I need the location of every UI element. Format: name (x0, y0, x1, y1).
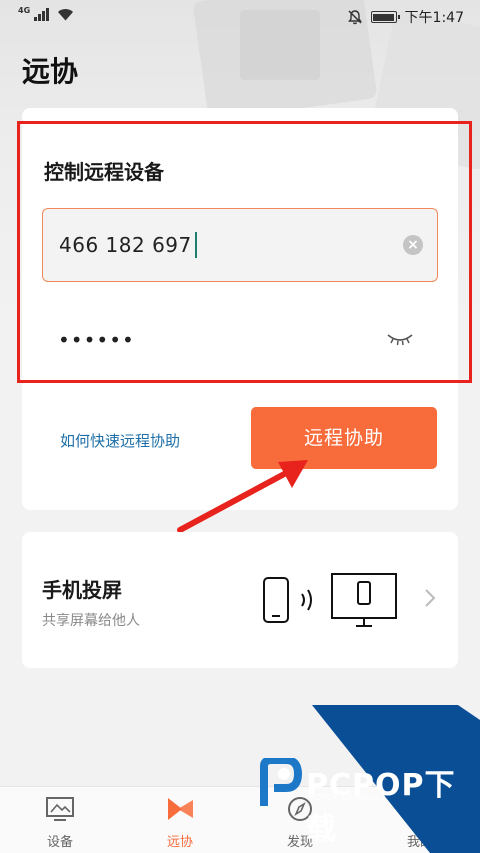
watermark-logo (260, 758, 302, 806)
network-type: 4G (18, 6, 31, 15)
status-bar: 4G 下午1:47 (0, 0, 480, 34)
signal-icon (34, 8, 50, 21)
page-title: 远协 (22, 55, 79, 88)
tab-devices[interactable]: 设备 (10, 787, 110, 853)
device-icon (46, 797, 74, 821)
wifi-icon (58, 9, 74, 21)
screen-share-subtitle: 共享屏幕给他人 (42, 613, 140, 629)
annotation-box (17, 121, 472, 383)
quick-remote-help-link[interactable]: 如何快速远程协助 (60, 430, 180, 451)
tab-devices-label: 设备 (46, 835, 73, 850)
mute-icon (347, 10, 362, 25)
battery-icon (370, 11, 400, 23)
remote-assist-icon (168, 798, 193, 820)
watermark-subtext: PCPOP Download (310, 793, 386, 802)
annotation-arrow (177, 460, 308, 533)
tab-remote-assist[interactable]: 远协 (130, 787, 230, 853)
phone-to-monitor-icon (263, 573, 397, 627)
screen-share-title: 手机投屏 (42, 578, 122, 602)
watermark-text: PCPOP下载 (306, 768, 456, 847)
clock: 下午1:47 (404, 10, 464, 26)
tab-remote-assist-label: 远协 (166, 835, 193, 850)
chevron-right-icon[interactable] (424, 588, 436, 608)
screen-share-card[interactable]: 手机投屏 共享屏幕给他人 (22, 532, 458, 668)
